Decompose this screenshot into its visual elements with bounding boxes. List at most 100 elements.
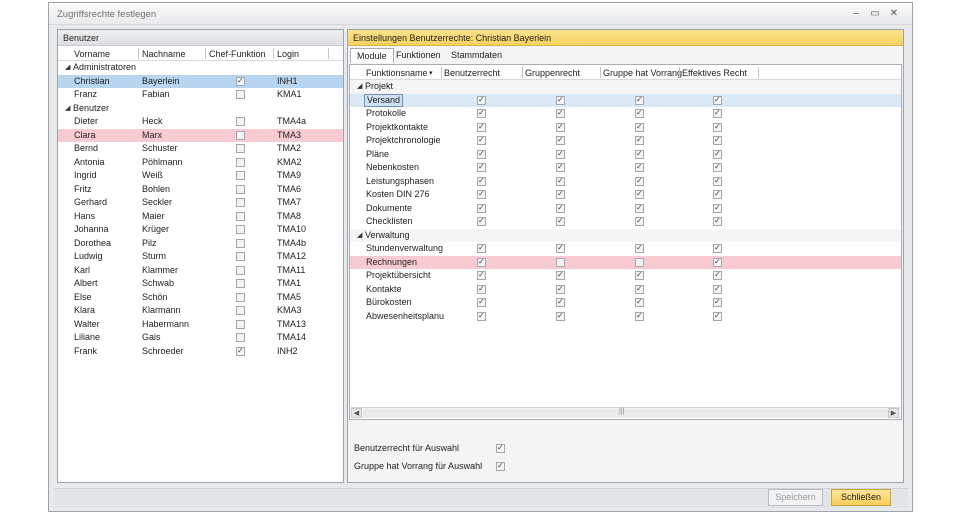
user-row[interactable]: Bernd Schuster TMA2 xyxy=(58,142,343,156)
function-row[interactable]: Projektübersicht xyxy=(350,269,901,283)
chef-funktion-checkbox[interactable] xyxy=(236,76,245,86)
group-row[interactable]: ◢ Projekt xyxy=(350,80,901,94)
scrollbar-thumb[interactable] xyxy=(363,409,888,417)
effektives-recht-checkbox[interactable] xyxy=(713,149,722,159)
gruppenrecht-checkbox[interactable] xyxy=(556,162,565,172)
gruppe-vorrang-checkbox[interactable] xyxy=(635,284,644,294)
gruppenrecht-checkbox[interactable] xyxy=(556,108,565,118)
effektives-recht-checkbox[interactable] xyxy=(713,243,722,253)
expand-icon[interactable]: ◢ xyxy=(357,82,362,90)
chef-funktion-checkbox[interactable] xyxy=(236,157,245,167)
gruppe-vorrang-checkbox[interactable] xyxy=(635,189,644,199)
effektives-recht-checkbox[interactable] xyxy=(713,135,722,145)
gruppenrecht-checkbox[interactable] xyxy=(556,189,565,199)
gruppe-vorrang-checkbox[interactable] xyxy=(635,162,644,172)
expand-icon[interactable]: ◢ xyxy=(65,63,70,71)
group-row[interactable]: ◢ Administratoren xyxy=(58,61,343,75)
gruppe-vorrang-checkbox[interactable] xyxy=(635,311,644,321)
user-row[interactable]: Else Schön TMA5 xyxy=(58,291,343,305)
scroll-right-icon[interactable]: ▶ xyxy=(888,408,899,418)
gruppe-vorrang-checkbox[interactable] xyxy=(635,122,644,132)
column-separator[interactable] xyxy=(679,67,680,78)
user-row[interactable]: Clara Marx TMA3 xyxy=(58,128,343,142)
chef-funktion-checkbox[interactable] xyxy=(236,319,245,329)
benutzerrecht-checkbox[interactable] xyxy=(477,257,486,267)
column-header-nachname[interactable]: Nachname xyxy=(142,49,186,59)
maximize-button[interactable]: ▭ xyxy=(868,7,882,21)
effektives-recht-checkbox[interactable] xyxy=(713,122,722,132)
sort-indicator-icon[interactable]: ▾ xyxy=(429,69,433,77)
chef-funktion-checkbox[interactable] xyxy=(236,292,245,302)
gruppenrecht-checkbox[interactable] xyxy=(556,95,565,105)
effektives-recht-checkbox[interactable] xyxy=(713,203,722,213)
benutzerrecht-checkbox[interactable] xyxy=(477,284,486,294)
user-row[interactable]: Dorothea Pilz TMA4b xyxy=(58,237,343,251)
minimize-button[interactable]: ‒ xyxy=(849,7,863,21)
close-button[interactable]: ✕ xyxy=(887,7,901,21)
user-row[interactable]: Klara Klarmann KMA3 xyxy=(58,304,343,318)
group-row[interactable]: ◢ Verwaltung xyxy=(350,228,901,242)
gruppe-vorrang-checkbox[interactable] xyxy=(635,257,644,267)
function-row[interactable]: Stundenverwaltung xyxy=(350,242,901,256)
chef-funktion-checkbox[interactable] xyxy=(236,184,245,194)
expand-icon[interactable]: ◢ xyxy=(65,104,70,112)
chef-funktion-checkbox[interactable] xyxy=(236,144,245,153)
gruppe-vorrang-checkbox[interactable] xyxy=(635,108,644,118)
tab-module[interactable]: Module xyxy=(350,48,394,63)
gruppenrecht-checkbox[interactable] xyxy=(556,203,565,213)
function-row[interactable]: Pläne xyxy=(350,148,901,162)
chef-funktion-checkbox[interactable] xyxy=(236,130,245,140)
user-row[interactable]: Christian Bayerlein INH1 xyxy=(58,74,343,88)
gruppe-vorrang-checkbox[interactable] xyxy=(635,243,644,253)
function-row[interactable]: Dokumente xyxy=(350,202,901,216)
user-row[interactable]: Liliane Gais TMA14 xyxy=(58,331,343,345)
benutzerrecht-checkbox[interactable] xyxy=(477,122,486,132)
function-row[interactable]: Bürokosten xyxy=(350,296,901,310)
user-row[interactable]: Frank Schroeder INH2 xyxy=(58,345,343,359)
benutzerrecht-checkbox[interactable] xyxy=(477,203,486,213)
function-row[interactable]: Projektchronologie xyxy=(350,134,901,148)
benutzerrecht-checkbox[interactable] xyxy=(477,95,486,105)
function-row[interactable]: Versand xyxy=(350,93,901,107)
gruppenrecht-checkbox[interactable] xyxy=(556,216,565,226)
column-header-funktionsname[interactable]: Funktionsname xyxy=(366,68,428,78)
user-row[interactable]: Antonia Pöhlmann KMA2 xyxy=(58,156,343,170)
user-row[interactable]: Dieter Heck TMA4a xyxy=(58,115,343,129)
user-row[interactable]: Walter Habermann TMA13 xyxy=(58,318,343,332)
chef-funktion-checkbox[interactable] xyxy=(236,171,245,180)
chef-funktion-checkbox[interactable] xyxy=(236,346,245,356)
chef-funktion-checkbox[interactable] xyxy=(236,198,245,207)
benutzerrecht-checkbox[interactable] xyxy=(477,297,486,307)
gruppenrecht-checkbox[interactable] xyxy=(556,135,565,145)
chef-funktion-checkbox[interactable] xyxy=(236,117,245,126)
benutzerrecht-checkbox[interactable] xyxy=(477,176,486,186)
effektives-recht-checkbox[interactable] xyxy=(713,95,722,105)
option-checkbox-benutzerrecht[interactable] xyxy=(496,443,505,453)
gruppenrecht-checkbox[interactable] xyxy=(556,297,565,307)
user-row[interactable]: Gerhard Seckler TMA7 xyxy=(58,196,343,210)
chef-funktion-checkbox[interactable] xyxy=(236,90,245,99)
column-header-vorname[interactable]: Vorname xyxy=(74,49,110,59)
chef-funktion-checkbox[interactable] xyxy=(236,333,245,342)
function-row[interactable]: Kontakte xyxy=(350,283,901,297)
chef-funktion-checkbox[interactable] xyxy=(236,265,245,275)
chef-funktion-checkbox[interactable] xyxy=(236,306,245,315)
save-button[interactable]: Speichern xyxy=(768,489,823,506)
gruppe-vorrang-checkbox[interactable] xyxy=(635,270,644,280)
group-row[interactable]: ◢ Benutzer xyxy=(58,102,343,116)
gruppenrecht-checkbox[interactable] xyxy=(556,122,565,132)
gruppenrecht-checkbox[interactable] xyxy=(556,243,565,253)
benutzerrecht-checkbox[interactable] xyxy=(477,311,486,321)
gruppe-vorrang-checkbox[interactable] xyxy=(635,95,644,105)
chef-funktion-checkbox[interactable] xyxy=(236,238,245,248)
column-header-chef-funktion[interactable]: Chef-Funktion xyxy=(209,49,266,59)
effektives-recht-checkbox[interactable] xyxy=(713,284,722,294)
column-separator[interactable] xyxy=(600,67,601,78)
user-row[interactable]: Hans Maier TMA8 xyxy=(58,210,343,224)
chef-funktion-checkbox[interactable] xyxy=(236,225,245,234)
column-header-effektives-recht[interactable]: Effektives Recht xyxy=(682,68,747,78)
gruppenrecht-checkbox[interactable] xyxy=(556,311,565,321)
effektives-recht-checkbox[interactable] xyxy=(713,257,722,267)
chef-funktion-checkbox[interactable] xyxy=(236,211,245,221)
horizontal-scrollbar[interactable]: ◀ ||| ▶ xyxy=(351,407,900,418)
